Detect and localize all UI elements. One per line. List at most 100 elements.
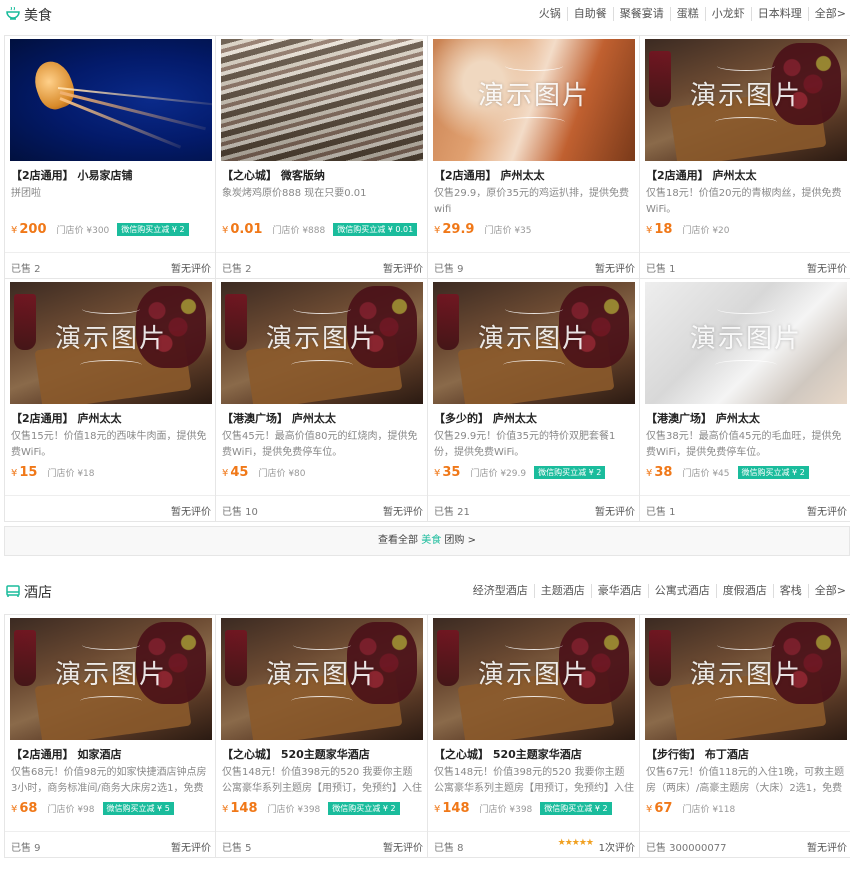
deal-footer: 已售 9 暂无评价 — [428, 252, 639, 278]
deal-card[interactable]: 演示图片 【2店通用】 如家酒店 仅售68元！价值98元的如家快捷酒店钟点房3小时，… — [4, 615, 216, 858]
deal-thumbnail[interactable]: 演示图片 — [645, 618, 847, 740]
deal-thumbnail[interactable]: 演示图片 — [221, 618, 423, 740]
deal-title[interactable]: 【之心城】 520主题家华酒店 — [434, 746, 634, 762]
deal-title[interactable]: 【港澳广场】 庐州太太 — [646, 410, 846, 426]
rating-stars-icon: ★★★★★ — [557, 838, 594, 848]
view-all-food-link[interactable]: 查看全部 美食 团购 > — [4, 526, 850, 556]
review-count[interactable]: 暂无评价 — [383, 260, 423, 275]
currency-symbol: ¥ — [11, 803, 18, 815]
hotel-tag-3[interactable]: 公寓式酒店 — [649, 584, 717, 598]
food-tag-4[interactable]: 小龙虾 — [706, 7, 752, 21]
deal-thumbnail[interactable]: 演示图片 — [433, 282, 635, 404]
deal-card[interactable]: 【2店通用】 小易家店铺 拼团啦 ¥200 门店价 ¥300 微信购买立减 ¥ 2 已售 … — [4, 36, 216, 279]
deal-card[interactable]: 演示图片【港澳广场】 庐州太太仅售38元！最高价值45元的毛血旺，提供免费WiF… — [640, 279, 850, 522]
deal-price: ¥67 — [646, 801, 672, 816]
food-tag-3[interactable]: 蛋糕 — [671, 7, 706, 21]
food-tag-1[interactable]: 自助餐 — [568, 7, 614, 21]
deal-thumbnail[interactable] — [221, 39, 423, 161]
review-count[interactable]: 暂无评价 — [383, 503, 423, 518]
review-count[interactable]: 暂无评价 — [171, 503, 211, 518]
hotel-tag-4[interactable]: 度假酒店 — [717, 584, 774, 598]
deal-footer: 已售 21 暂无评价 — [428, 495, 639, 521]
deal-footer: 暂无评价 — [5, 495, 215, 521]
deal-description: 仅售38元！最高价值45元的毛血旺，提供免费WiFi，提供免费停车位。 — [646, 431, 842, 458]
deal-card[interactable]: 演示图片【步行街】 布丁酒店仅售67元！价值118元的入住1晚，可救主题房（两床… — [640, 615, 850, 858]
deal-title[interactable]: 【2店通用】 如家酒店 — [11, 746, 211, 762]
currency-symbol: ¥ — [434, 467, 441, 479]
deal-card[interactable]: 演示图片【2店通用】 庐州太太仅售18元！价值20元的青椒肉丝，提供免费WiFi… — [640, 36, 850, 279]
deal-thumbnail[interactable]: 演示图片 — [433, 39, 635, 161]
deal-card[interactable]: 演示图片【之心城】 520主题家华酒店仅售148元！价值398元的520 我要你… — [216, 615, 428, 858]
watermark-text: 演示图片 — [265, 324, 378, 354]
deal-thumbnail[interactable]: 演示图片 — [221, 282, 423, 404]
price-value: 15 — [19, 464, 38, 480]
currency-symbol: ¥ — [11, 467, 18, 479]
deal-price: ¥15 — [11, 465, 37, 480]
deal-description: 仅售18元！价值20元的青椒肉丝，提供免费WiFi。 — [646, 188, 842, 215]
deal-thumbnail[interactable]: 演示图片 — [645, 282, 847, 404]
deal-title[interactable]: 【2店通用】 庐州太太 — [646, 167, 846, 183]
review-count[interactable]: 暂无评价 — [807, 503, 847, 518]
deal-title[interactable]: 【之心城】 微客版纳 — [222, 167, 422, 183]
hotel-tag-0[interactable]: 经济型酒店 — [467, 584, 535, 598]
wechat-discount-badge: 微信购买立减 ¥ 2 — [328, 801, 400, 815]
deal-title[interactable]: 【2店通用】 小易家店铺 — [11, 167, 211, 183]
food-tag-5[interactable]: 日本料理 — [752, 7, 809, 21]
deal-card[interactable]: 演示图片 【港澳广场】 庐州太太 仅售45元！最高价值80元的红烧肉，提供免费WiF… — [216, 279, 428, 522]
deal-card[interactable]: 演示图片 【多少的】 庐州太太 仅售29.9元！价值35元的特价双肥套餐1份，提供免… — [428, 279, 640, 522]
original-price: 门店价 ¥398 — [479, 804, 533, 815]
sold-count: 已售 2 — [222, 264, 252, 275]
deal-price: ¥148 — [222, 801, 258, 816]
deal-thumbnail[interactable]: 演示图片 — [645, 39, 847, 161]
deal-description: 仅售67元！价值118元的入住1晚，可救主题房（两床）/高豪主题房（大床）2选1… — [646, 767, 845, 794]
original-price: 门店价 ¥118 — [682, 804, 736, 815]
food-card-grid: 【2店通用】 小易家店铺 拼团啦 ¥200 门店价 ¥300 微信购买立减 ¥ 2 已售 … — [4, 35, 850, 522]
deal-title[interactable]: 【多少的】 庐州太太 — [434, 410, 634, 426]
review-count[interactable]: 暂无评价 — [171, 839, 211, 854]
deal-footer: 已售 5 暂无评价 — [216, 831, 427, 857]
review-count[interactable]: 暂无评价 — [171, 260, 211, 275]
deal-footer: 已售 9 暂无评价 — [5, 831, 215, 857]
review-count[interactable]: 暂无评价 — [807, 260, 847, 275]
deal-card[interactable]: 演示图片 【2店通用】 庐州太太 仅售15元！价值18元的西味牛肉面，提供免费WiF… — [4, 279, 216, 522]
deal-title[interactable]: 【港澳广场】 庐州太太 — [222, 410, 422, 426]
hotel-tag-5[interactable]: 客栈 — [774, 584, 809, 598]
review-count[interactable]: 暂无评价 — [383, 839, 423, 854]
sold-count: 已售 300000077 — [646, 843, 727, 854]
deal-title[interactable]: 【2店通用】 庐州太太 — [434, 167, 634, 183]
food-tag-6[interactable]: 全部> — [809, 7, 846, 21]
review-count[interactable]: 暂无评价 — [807, 839, 847, 854]
watermark-text: 演示图片 — [477, 660, 590, 690]
deal-title[interactable]: 【之心城】 520主题家华酒店 — [222, 746, 422, 762]
deal-card[interactable]: 演示图片 【2店通用】 庐州太太 仅售29.9，原价35元的鸡运扒排，提供免费wif… — [428, 36, 640, 279]
hotel-tag-1[interactable]: 主题酒店 — [535, 584, 592, 598]
deal-title[interactable]: 【2店通用】 庐州太太 — [11, 410, 211, 426]
watermark-text: 演示图片 — [54, 660, 167, 690]
review-count[interactable]: 1次评价 — [599, 839, 635, 854]
food-tag-0[interactable]: 火锅 — [533, 7, 568, 21]
deal-thumbnail[interactable] — [10, 39, 212, 161]
deal-thumbnail[interactable]: 演示图片 — [10, 282, 212, 404]
watermark-text: 演示图片 — [689, 324, 802, 354]
price-row: ¥35 门店价 ¥29.9 微信购买立减 ¥ 2 — [434, 464, 606, 480]
deal-card[interactable]: 演示图片 【之心城】 520主题家华酒店 仅售148元！价值398元的520 我要你… — [428, 615, 640, 858]
deal-thumbnail[interactable]: 演示图片 — [10, 618, 212, 740]
price-value: 67 — [654, 800, 673, 816]
food-tag-2[interactable]: 聚餐宴请 — [614, 7, 671, 21]
deal-title[interactable]: 【步行街】 布丁酒店 — [646, 746, 846, 762]
hotel-category-tags: 经济型酒店 主题酒店 豪华酒店 公寓式酒店 度假酒店 客栈 全部> — [467, 584, 846, 598]
price-value: 45 — [230, 464, 249, 480]
sold-count: 已售 5 — [222, 843, 252, 854]
deal-card[interactable]: 【之心城】 微客版纳 象炭烤鸡原价888 现在只要0.01 ¥0.01 门店价 ¥88… — [216, 36, 428, 279]
review-count[interactable]: 暂无评价 — [595, 503, 635, 518]
review-count[interactable]: 暂无评价 — [595, 260, 635, 275]
hotel-tag-6[interactable]: 全部> — [809, 584, 846, 598]
deal-description: 仅售148元！价值398元的520 我要你主题公寓豪华系列主题房【用预订，免预约… — [222, 767, 422, 794]
price-row: ¥148 门店价 ¥398 微信购买立减 ¥ 2 — [222, 800, 400, 816]
hotel-tag-2[interactable]: 豪华酒店 — [592, 584, 649, 598]
price-value: 38 — [654, 464, 673, 480]
price-row: ¥200 门店价 ¥300 微信购买立减 ¥ 2 — [11, 221, 189, 237]
deal-thumbnail[interactable]: 演示图片 — [433, 618, 635, 740]
deal-footer: 已售 2 暂无评价 — [216, 252, 427, 278]
deal-price: ¥45 — [222, 465, 248, 480]
